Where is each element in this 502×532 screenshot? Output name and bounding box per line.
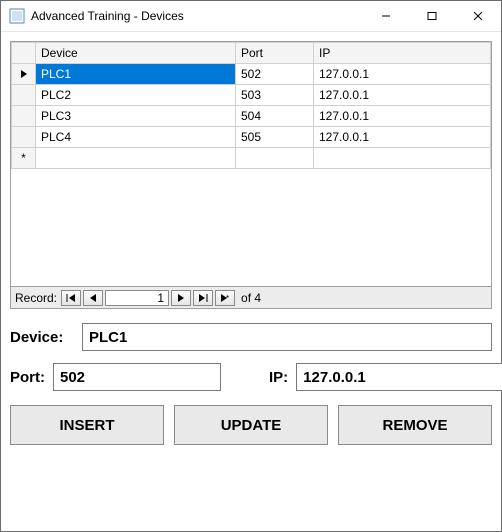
cell-empty[interactable] [36, 148, 236, 169]
maximize-button[interactable] [409, 1, 455, 31]
cell-port[interactable]: 503 [236, 85, 314, 106]
nav-prev-button[interactable] [83, 290, 103, 306]
update-button[interactable]: UPDATE [174, 405, 328, 445]
table-row[interactable]: PLC2503127.0.0.1 [12, 85, 491, 106]
row-header[interactable] [12, 106, 36, 127]
new-row-indicator[interactable]: * [12, 148, 36, 169]
cell-ip[interactable]: 127.0.0.1 [314, 64, 491, 85]
record-navigator: Record: * of 4 [10, 287, 492, 309]
cell-ip[interactable]: 127.0.0.1 [314, 127, 491, 148]
nav-first-button[interactable] [61, 290, 81, 306]
grid-header-row: Device Port IP [12, 43, 491, 64]
minimize-button[interactable] [363, 1, 409, 31]
current-row-indicator-icon [12, 69, 35, 79]
cell-empty[interactable] [314, 148, 491, 169]
nav-next-button[interactable] [171, 290, 191, 306]
insert-button[interactable]: INSERT [10, 405, 164, 445]
cell-device[interactable]: PLC4 [36, 127, 236, 148]
client-area: Device Port IP PLC1502127.0.0.1PLC250312… [1, 32, 501, 531]
devices-grid[interactable]: Device Port IP PLC1502127.0.0.1PLC250312… [10, 41, 492, 287]
record-of-text: of 4 [241, 291, 261, 305]
cell-port[interactable]: 505 [236, 127, 314, 148]
cell-device[interactable]: PLC2 [36, 85, 236, 106]
window-title: Advanced Training - Devices [31, 9, 363, 23]
new-row[interactable]: * [12, 148, 491, 169]
table-row[interactable]: PLC1502127.0.0.1 [12, 64, 491, 85]
cell-ip[interactable]: 127.0.0.1 [314, 106, 491, 127]
grid-corner-cell[interactable] [12, 43, 36, 64]
remove-button[interactable]: REMOVE [338, 405, 492, 445]
close-button[interactable] [455, 1, 501, 31]
row-header[interactable] [12, 85, 36, 106]
column-header-ip[interactable]: IP [314, 43, 491, 64]
record-label: Record: [15, 291, 57, 305]
cell-port[interactable]: 502 [236, 64, 314, 85]
new-row-icon: * [21, 151, 26, 165]
window: Advanced Training - Devices [0, 0, 502, 532]
cell-device[interactable]: PLC3 [36, 106, 236, 127]
nav-last-button[interactable] [193, 290, 213, 306]
window-controls [363, 1, 501, 31]
cell-ip[interactable]: 127.0.0.1 [314, 85, 491, 106]
cell-empty[interactable] [236, 148, 314, 169]
ip-field[interactable] [296, 363, 502, 391]
cell-device[interactable]: PLC1 [36, 64, 236, 85]
port-field[interactable] [53, 363, 221, 391]
app-icon [9, 8, 25, 24]
table-row[interactable]: PLC4505127.0.0.1 [12, 127, 491, 148]
device-field[interactable] [82, 323, 492, 351]
nav-new-button[interactable]: * [215, 290, 235, 306]
column-header-device[interactable]: Device [36, 43, 236, 64]
grid-empty-area [11, 169, 491, 286]
cell-port[interactable]: 504 [236, 106, 314, 127]
edit-form: Device: Port: IP: [10, 323, 492, 391]
table-row[interactable]: PLC3504127.0.0.1 [12, 106, 491, 127]
record-position-input[interactable] [105, 290, 169, 306]
row-header[interactable] [12, 127, 36, 148]
button-row: INSERT UPDATE REMOVE [10, 405, 492, 445]
row-header[interactable] [12, 64, 36, 85]
column-header-port[interactable]: Port [236, 43, 314, 64]
ip-label: IP: [269, 369, 288, 386]
titlebar: Advanced Training - Devices [1, 1, 501, 32]
device-label: Device: [10, 329, 74, 346]
svg-text:*: * [226, 294, 229, 302]
port-label: Port: [10, 369, 45, 386]
